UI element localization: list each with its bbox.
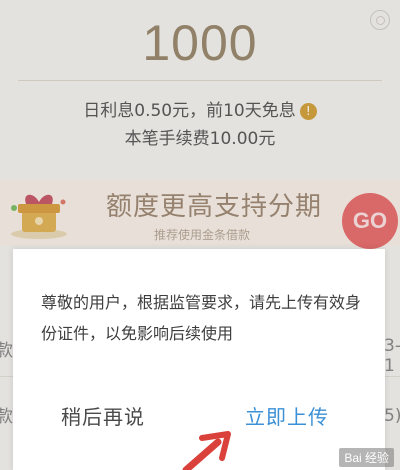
baidu-watermark: Bai 经验 xyxy=(339,448,394,467)
dialog-message: 尊敬的用户，根据监管要求，请先上传有效身份证件，以免影响后续使用 xyxy=(41,293,362,343)
upload-now-button[interactable]: 立即上传 xyxy=(245,401,329,430)
later-button[interactable]: 稍后再说 xyxy=(61,401,145,430)
red-arrow-icon xyxy=(182,431,231,470)
